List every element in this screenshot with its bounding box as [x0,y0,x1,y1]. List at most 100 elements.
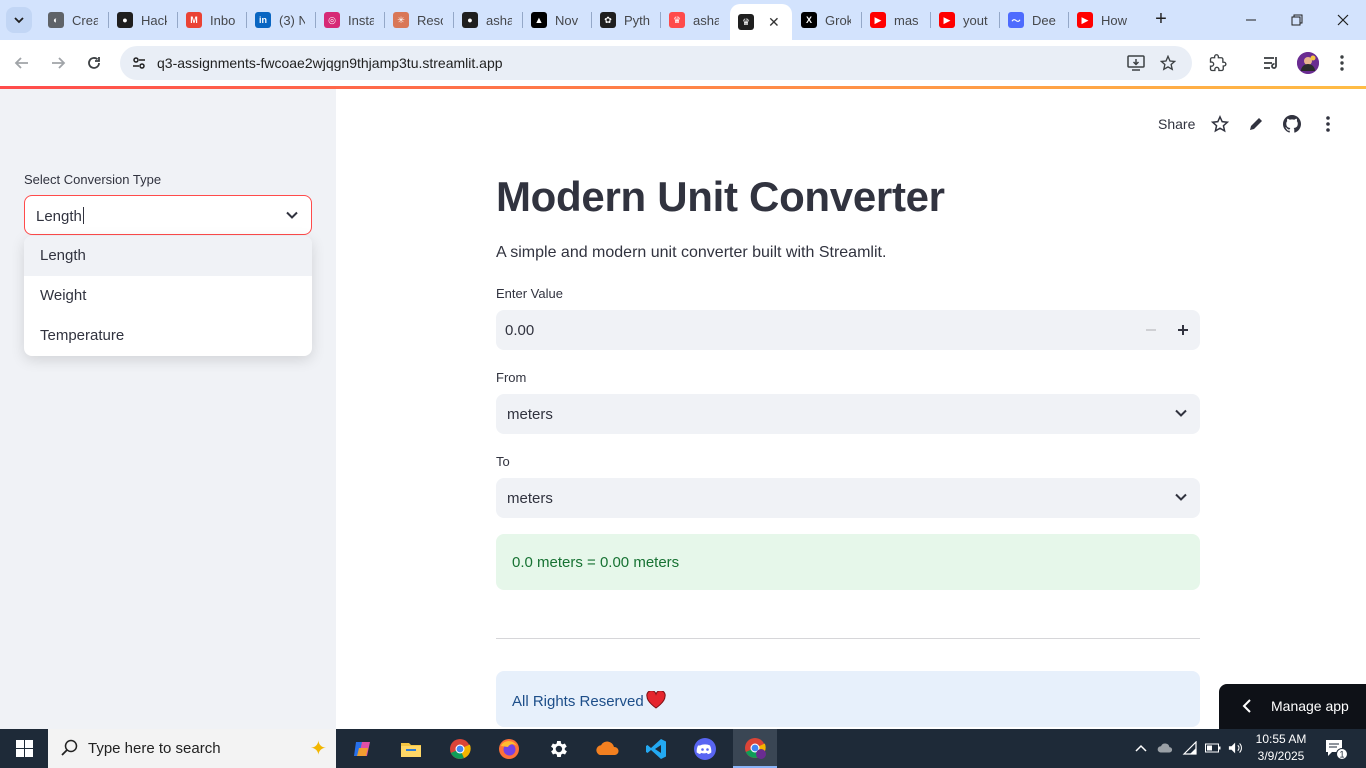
browser-tab[interactable]: 〜 Dee [1000,6,1068,34]
github-icon: ● [117,12,133,28]
chevron-down-icon [286,211,298,219]
conversion-type-select[interactable]: Length [24,195,312,235]
browser-tab[interactable]: ▶ yout [931,6,999,34]
browser-tab[interactable]: M Inbo [178,6,246,34]
streamlit-icon: ♛ [669,12,685,28]
chevron-down-icon [1175,409,1187,417]
firefox-icon[interactable] [494,734,524,764]
browser-menu-icon[interactable] [1331,52,1353,74]
chrome-active-taskbar-icon[interactable] [733,729,777,768]
taskbar-search-box[interactable]: Type here to search ✦ [48,729,336,768]
option-temperature[interactable]: Temperature [24,316,312,356]
system-clock[interactable]: 10:55 AM 3/9/2025 [1250,731,1312,765]
new-tab-button[interactable]: + [1150,8,1172,30]
battery-icon[interactable] [1205,740,1221,756]
text-caret [82,207,84,224]
option-weight[interactable]: Weight [24,276,312,316]
browser-tab-label: Hack [141,12,167,28]
clock-time: 10:55 AM [1255,732,1307,746]
close-tab-icon[interactable]: ✕ [768,14,780,31]
from-label: From [496,370,527,385]
cloudflare-icon[interactable] [592,734,622,764]
conversion-type-dropdown: Length Weight Temperature [24,236,312,356]
increment-button[interactable] [1172,319,1194,341]
option-length[interactable]: Length [24,236,312,276]
browser-tab[interactable]: ♛ asha [661,6,729,34]
instagram-icon: ◎ [324,12,340,28]
browser-tab[interactable]: ▲ Nov [523,6,591,34]
copilot-app-icon[interactable] [348,734,378,764]
install-app-icon[interactable] [1126,53,1146,73]
browser-tab-label: (3) N [279,12,305,28]
reload-button[interactable] [80,49,108,77]
youtube-icon: ▶ [939,12,955,28]
from-unit-select[interactable]: meters [496,394,1200,434]
app-menu-icon[interactable] [1318,114,1338,134]
browser-tab[interactable]: ◎ Insta [316,6,384,34]
browser-tab-label: Nov [555,12,579,28]
file-explorer-icon[interactable] [396,734,426,764]
browser-tab[interactable]: ▶ How [1069,6,1137,34]
vscode-icon[interactable] [641,734,671,764]
browser-tab[interactable]: X Grok [793,6,861,34]
page-subtitle: A simple and modern unit converter built… [496,244,887,261]
browser-tab-label: Pyth [624,12,650,28]
value-number-input[interactable]: 0.00 [496,310,1200,350]
github-icon[interactable] [1282,114,1302,134]
browser-tab[interactable]: ✿ Pyth [592,6,660,34]
close-window-button[interactable] [1320,0,1366,40]
site-info-icon[interactable] [128,52,150,74]
browser-tab[interactable]: ● Hack [109,6,177,34]
address-bar[interactable]: q3-assignments-fwcoae2wjqgn9thjamp3tu.st… [120,46,1192,80]
browser-tab[interactable]: in (3) N [247,6,315,34]
browser-tab[interactable]: ● asha [454,6,522,34]
conversion-type-value: Length [36,207,84,225]
restore-button[interactable] [1274,0,1320,40]
tab-search-button[interactable] [6,7,32,33]
share-button[interactable]: Share [1158,116,1195,132]
manage-app-button[interactable]: Manage app [1219,684,1366,729]
extensions-icon[interactable] [1207,52,1229,74]
browser-tab-label: Crea [72,12,98,28]
plus-icon [1178,325,1188,335]
search-icon [61,739,78,756]
reload-icon [88,57,100,69]
conversion-result: 0.0 meters = 0.00 meters [496,534,1200,590]
minimize-button[interactable] [1228,0,1274,40]
media-control-icon[interactable] [1260,52,1282,74]
notification-center-icon[interactable]: 1 [1324,738,1348,760]
github-icon: ● [462,12,478,28]
bookmark-star-icon[interactable] [1158,53,1178,73]
browser-tab[interactable]: ✳ Reso [385,6,453,34]
forward-button[interactable] [44,49,72,77]
browser-tab[interactable]: ♛ ✕ [730,4,792,40]
browser-tab-strip: ◐ Crea ● Hack M Inbo in (3) N ◎ Insta ✳ Reso ● asha ▲ N… [0,0,1366,40]
footer-text: All Rights Reserved [512,691,666,710]
discord-icon[interactable] [690,734,720,764]
conversion-type-label: Select Conversion Type [24,172,162,187]
edit-pencil-icon[interactable] [1246,114,1266,134]
chrome-taskbar-icon[interactable] [445,734,475,764]
onedrive-icon[interactable] [1157,740,1173,756]
back-button[interactable] [8,49,36,77]
deepseek-icon: 〜 [1008,12,1024,28]
wifi-icon[interactable] [1182,740,1198,756]
volume-icon[interactable] [1228,740,1244,756]
browser-tab-label: How [1101,12,1127,28]
chatgpt-icon: ✿ [600,12,616,28]
settings-gear-icon[interactable] [543,734,573,764]
start-button[interactable] [0,729,48,768]
browser-tab-label: Insta [348,12,374,28]
star-icon[interactable] [1210,114,1230,134]
clock-date: 3/9/2025 [1257,749,1305,763]
decrement-button[interactable] [1140,319,1162,341]
restore-icon [1291,14,1303,26]
to-unit-select[interactable]: meters [496,478,1200,518]
profile-avatar[interactable] [1297,52,1319,74]
browser-tab-label: asha [486,12,512,28]
notification-count: 1 [1339,750,1344,760]
value-text: 0.00 [505,322,535,339]
browser-tab[interactable]: ◐ Crea [40,6,108,34]
tray-chevron-up-icon[interactable] [1133,740,1149,756]
browser-tab[interactable]: ▶ mas [862,6,930,34]
